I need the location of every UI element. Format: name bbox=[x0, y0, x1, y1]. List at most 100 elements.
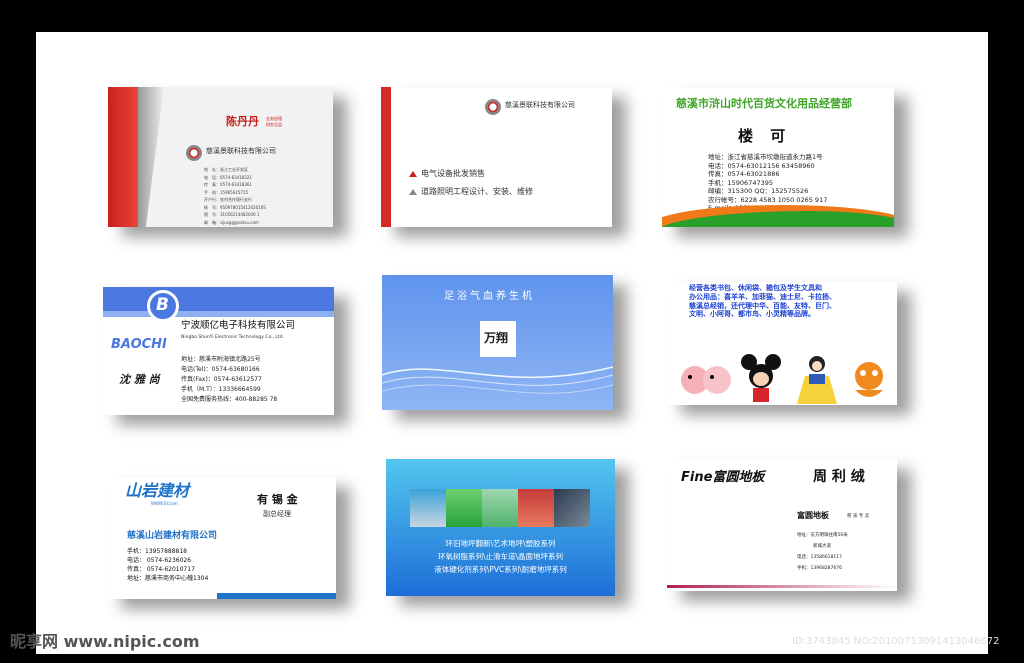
maroon-bottom-line bbox=[667, 585, 897, 588]
light-blue-strip bbox=[103, 311, 334, 317]
tax-line: 税 号：31056214482040 1 bbox=[204, 212, 260, 217]
photo-5 bbox=[554, 489, 590, 527]
services-block: 环旧地坪翻新\艺术地坪\塑胶系列 环氧树脂系列\止滑车道\晶面地坪系列 液体硬化… bbox=[386, 537, 615, 576]
service-line-2: 道路照明工程设计、安装、维修 bbox=[421, 187, 533, 196]
business-line-3: 慈溪总经销，还代理中华、百能、友特、巨门、 bbox=[689, 301, 836, 310]
fax-line: 传真(Fax)：0574-63612577 bbox=[181, 376, 262, 383]
business-line-4: 文明、小阿哥、都市鸟、小灵精等品牌。 bbox=[689, 310, 815, 319]
photo-4 bbox=[518, 489, 554, 527]
red-side-bar bbox=[381, 87, 391, 227]
photo-2 bbox=[446, 489, 482, 527]
bank-line: 开户行：农村合作银行支行 bbox=[204, 197, 252, 202]
business-card-stationery: 经营各类书包、休闲袋、箱包及学生文具和 办公用品：喜羊羊、加菲猫、迪士尼、卡拉扬… bbox=[667, 282, 897, 405]
business-card-wanxiang: 足浴气血养生机 万翔 bbox=[382, 275, 613, 410]
contact-block: 手机：13957888818 电话： 0574-6236026 传真： 0574… bbox=[127, 547, 208, 583]
blue-bottom-bar bbox=[217, 593, 336, 599]
blue-top-bar bbox=[103, 287, 334, 311]
cartoon-strip bbox=[681, 354, 883, 404]
account-line: 帐 号：95097801541202010S bbox=[204, 204, 266, 210]
email-line: 邮 箱：sijusgg@sotvu.com bbox=[204, 219, 259, 225]
bank-line: 农行帐号：6228 4583 1050 0265 917 bbox=[708, 195, 828, 204]
gray-triangle-icon bbox=[409, 189, 417, 195]
address-line: 地址：慈溪市商务中心幢1304 bbox=[127, 575, 209, 582]
mickey-cartoon-icon bbox=[741, 354, 781, 402]
fax-line: 传真： 0574-62010717 bbox=[127, 566, 195, 573]
phone-line: 电话：13586618117 bbox=[797, 555, 842, 560]
contact-block: 地址：慈溪市附海镇北路25号 电话(Tel)：0574-63680166 传真(… bbox=[181, 355, 277, 405]
phone-line: 电话： 0574-6236026 bbox=[127, 557, 192, 564]
address-line: 地址：东方明珠往南50米 bbox=[797, 533, 848, 538]
job-title: 业务经理 bbox=[266, 116, 282, 121]
brand-name: 万翔 bbox=[484, 331, 509, 345]
address-line-2: 新城大道 bbox=[813, 544, 831, 549]
swoosh-lines bbox=[382, 366, 613, 394]
logo-letter: B bbox=[156, 295, 169, 315]
person-name: 周 利 绒 bbox=[813, 469, 865, 485]
mobile-line: 手机：13968287676 bbox=[797, 566, 842, 571]
red-triangle-icon bbox=[409, 171, 417, 177]
contact-block: 地址：东方明珠往南50米 新城大道 电话：13586618117 手机：1396… bbox=[797, 530, 848, 574]
company-name: 慈溪景联科技有限公司 bbox=[206, 147, 276, 155]
brand-logo: BAOCHI bbox=[111, 337, 167, 352]
contact-block: 地 址：浙江工业开发区 电 话：0574-63418221 传 真：0574-6… bbox=[204, 166, 266, 226]
business-text: 经营各类书包、休闲袋、箱包及学生文具和 办公用品：喜羊羊、加菲猫、迪士尼、卡拉扬… bbox=[689, 284, 889, 319]
footer-bar: 昵享网 www.nipic.com ID:3743845 NO:20100713… bbox=[0, 626, 1024, 663]
brand-logo: 山岩建材 bbox=[125, 481, 190, 500]
address-line: 地址：慈溪市附海镇北路25号 bbox=[181, 356, 261, 363]
business-card-fuyuan: Fine富圆地板 周 利 绒 富圆地板 慈 溪 专 卖 地址：东方明珠往南50米… bbox=[667, 459, 897, 591]
company-name: 慈溪市浒山时代百货文化用品经营部 bbox=[676, 97, 852, 110]
watermark: 昵享网 www.nipic.com bbox=[10, 632, 200, 651]
sub-brand: 富圆地板 bbox=[797, 511, 829, 520]
person-name: 楼 可 bbox=[738, 127, 792, 145]
business-line-1: 经营各类书包、休闲袋、箱包及学生文具和 bbox=[689, 284, 822, 292]
business-card-shanyan: 山岩建材 WWW.SY.com 有 锡 金 副总经理 慈溪山岩建材有限公司 手机… bbox=[107, 477, 336, 599]
business-card-louke: 慈溪市浒山时代百货文化用品经营部 楼 可 地址：浙江省慈溪市坎墩街道永力路1号 … bbox=[662, 87, 894, 227]
company-logo-icon bbox=[186, 145, 202, 161]
product-title: 足浴气血养生机 bbox=[444, 291, 535, 302]
address-line: 地 址：浙江工业开发区 bbox=[204, 167, 248, 172]
phone-line: 电 话：0574-63418221 bbox=[204, 174, 252, 180]
website: WWW.SY.com bbox=[151, 501, 178, 506]
company-name: 慈溪景联科技有限公司 bbox=[505, 101, 575, 109]
business-card-jinglian: 慈溪景联科技有限公司 电气设备批发销售 道路照明工程设计、安装、维修 bbox=[381, 87, 612, 227]
phone-line: 电话：0574-63012156 63458960 bbox=[708, 161, 815, 170]
photo-3 bbox=[482, 489, 518, 527]
image-id: ID:3743845 NO:20100713091413046672 bbox=[792, 636, 1000, 647]
service-line-2: 环氧树脂系列\止滑车道\晶面地坪系列 bbox=[437, 552, 564, 561]
company-logo-icon bbox=[485, 99, 501, 115]
red-band bbox=[108, 87, 138, 227]
service-line-3: 液体硬化剂系列\PVC系列\耐磨地坪系列 bbox=[434, 565, 567, 574]
phone-line: 电话(Tel)：0574-63680166 bbox=[181, 366, 260, 373]
company-name: 慈溪山岩建材有限公司 bbox=[127, 531, 218, 541]
postcode-line: 邮编：315300 QQ：152575526 bbox=[708, 187, 809, 195]
business-card-shunyi: B BAOCHI 宁波顺亿电子科技有限公司 Ningbo ShunYi Elec… bbox=[103, 287, 334, 415]
cat-cartoon-icon bbox=[855, 362, 883, 397]
company-name-en: Ningbo ShunYi Electronic Technology Co.,… bbox=[181, 335, 284, 340]
business-card-chendandan: 陈丹丹 业务经理 财务总监 慈溪景联科技有限公司 地 址：浙江工业开发区 电 话… bbox=[108, 87, 333, 227]
hotline-line: 全国免费服务热线：400-88285 78 bbox=[181, 396, 278, 403]
mobile-line: 手机：13957888818 bbox=[127, 548, 187, 555]
business-line-2: 办公用品：喜羊羊、加菲猫、迪士尼、卡拉扬、 bbox=[689, 292, 836, 301]
company-name: 宁波顺亿电子科技有限公司 bbox=[181, 320, 296, 331]
brand-logo: Fine富圆地板 bbox=[681, 470, 765, 485]
address-line: 地址：浙江省慈溪市坎墩街道永力路1号 bbox=[708, 153, 823, 161]
sub-tag: 慈 溪 专 卖 bbox=[847, 514, 870, 519]
person-name: 有 锡 金 bbox=[257, 493, 298, 506]
person-name: 陈丹丹 bbox=[226, 115, 259, 128]
service-line-1: 电气设备批发销售 bbox=[421, 169, 485, 178]
gray-wedge bbox=[138, 87, 164, 227]
service-line-1: 环旧地坪翻新\艺术地坪\塑胶系列 bbox=[445, 539, 556, 548]
contact-block: 地址：浙江省慈溪市坎墩街道永力路1号 电话：0574-63012156 6345… bbox=[708, 153, 827, 213]
photo-1 bbox=[410, 489, 446, 527]
job-title-2: 财务总监 bbox=[266, 122, 282, 127]
fax-line: 传 真：0574-63418361 bbox=[204, 182, 252, 187]
signature: 沈 雅 尚 bbox=[119, 373, 160, 386]
fax-line: 传真：0574-63021886 bbox=[708, 170, 780, 178]
mobile-line: 手机：15906747395 bbox=[708, 178, 773, 187]
pig-cartoon-icon bbox=[681, 366, 731, 394]
business-card-flooring: 环旧地坪翻新\艺术地坪\塑胶系列 环氧树脂系列\止滑车道\晶面地坪系列 液体硬化… bbox=[386, 459, 615, 596]
job-title: 副总经理 bbox=[263, 510, 291, 518]
mobile-line: 手机（M.T）：13336664599 bbox=[181, 386, 261, 393]
b-logo-icon: B bbox=[147, 290, 179, 322]
mobile-line: 手 机：15965625715 bbox=[204, 189, 248, 195]
